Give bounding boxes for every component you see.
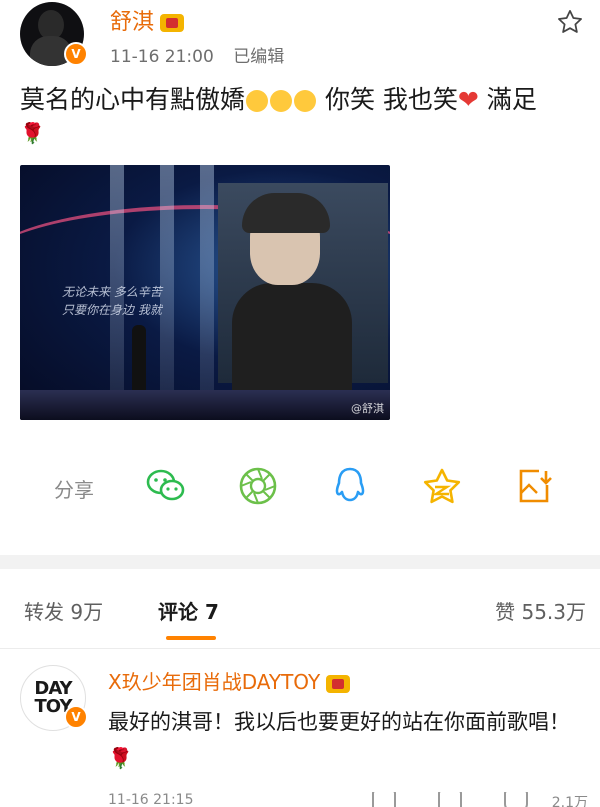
post-author[interactable]: 舒淇	[110, 4, 185, 36]
singer-hair	[242, 193, 330, 233]
favorite-star-button[interactable]	[554, 6, 586, 38]
comment-text: 最好的淇哥！我以后也要更好的站在你面前歌唱！ 🌹	[108, 704, 588, 776]
interaction-tabs: 转发 9万 评论 7 赞 55.3万	[0, 596, 600, 640]
post-author-name[interactable]: 舒淇	[110, 10, 154, 35]
post-meta: 11-16 21:00 已编辑	[110, 42, 298, 67]
light-beam	[160, 165, 174, 420]
section-gap	[0, 555, 600, 569]
shy-emoji-icon	[246, 90, 269, 112]
post-time: 11-16 21:00	[110, 47, 214, 67]
edited-label[interactable]: 已编辑	[233, 47, 284, 67]
post-text: 莫名的心中有點傲嬌 你笑 我也笑❤ 滿足 🌹	[20, 84, 590, 149]
qzone-icon[interactable]	[420, 464, 464, 508]
shy-emoji-icon	[294, 90, 317, 112]
rose-emoji-icon: 🌹	[108, 746, 133, 770]
singer-torso	[232, 283, 352, 393]
share-label: 分享	[54, 478, 94, 502]
lyrics-line: 只要你在身边 我就	[62, 303, 162, 317]
verified-badge-icon: V	[64, 42, 88, 66]
repost-icon[interactable]	[372, 792, 396, 807]
post-text-line: 莫名的心中有點傲嬌	[20, 85, 246, 114]
comment-footer: 11-16 21:15 2.1万	[108, 792, 588, 807]
comment-author-name[interactable]: X玖少年团肖战DAYTOY	[108, 670, 320, 694]
share-row: 分享	[0, 464, 600, 510]
post-text-mid: 你笑 我也笑	[324, 85, 458, 114]
comment-likes: 2.1万	[551, 795, 588, 807]
save-image-icon[interactable]	[514, 464, 558, 508]
star-outline-icon	[558, 10, 582, 33]
divider	[0, 648, 600, 649]
lyrics-line: 无论未来 多么辛苦	[62, 285, 162, 299]
qq-icon[interactable]	[328, 464, 372, 508]
rose-emoji-icon: 🌹	[20, 121, 45, 145]
post-text-end: 滿足	[486, 85, 537, 114]
crown-icon	[160, 14, 185, 32]
crown-icon	[326, 674, 351, 693]
shy-emoji-icon	[270, 90, 293, 112]
image-watermark: @舒淇	[351, 402, 384, 415]
wechat-icon[interactable]	[144, 464, 188, 508]
stage-floor	[20, 390, 390, 420]
verified-badge-icon: V	[64, 705, 88, 729]
heart-emoji-icon: ❤	[457, 85, 479, 114]
post-image[interactable]: 无论未来 多么辛苦 只要你在身边 我就 @舒淇	[20, 165, 390, 420]
tab-comments[interactable]: 评论 7	[158, 596, 219, 625]
like-icon[interactable]	[504, 792, 528, 807]
reply-icon[interactable]	[438, 792, 462, 807]
moments-icon[interactable]	[236, 464, 280, 508]
comment-body: 最好的淇哥！我以后也要更好的站在你面前歌唱！	[108, 710, 570, 734]
comment-author[interactable]: X玖少年团肖战DAYTOY	[108, 666, 351, 695]
active-tab-indicator	[166, 636, 216, 640]
light-beam	[200, 165, 214, 420]
image-lyrics: 无论未来 多么辛苦 只要你在身边 我就	[62, 283, 162, 319]
comment-time: 11-16 21:15	[108, 792, 194, 807]
tab-likes[interactable]: 赞 55.3万	[495, 596, 586, 625]
tab-repost[interactable]: 转发 9万	[24, 596, 103, 625]
